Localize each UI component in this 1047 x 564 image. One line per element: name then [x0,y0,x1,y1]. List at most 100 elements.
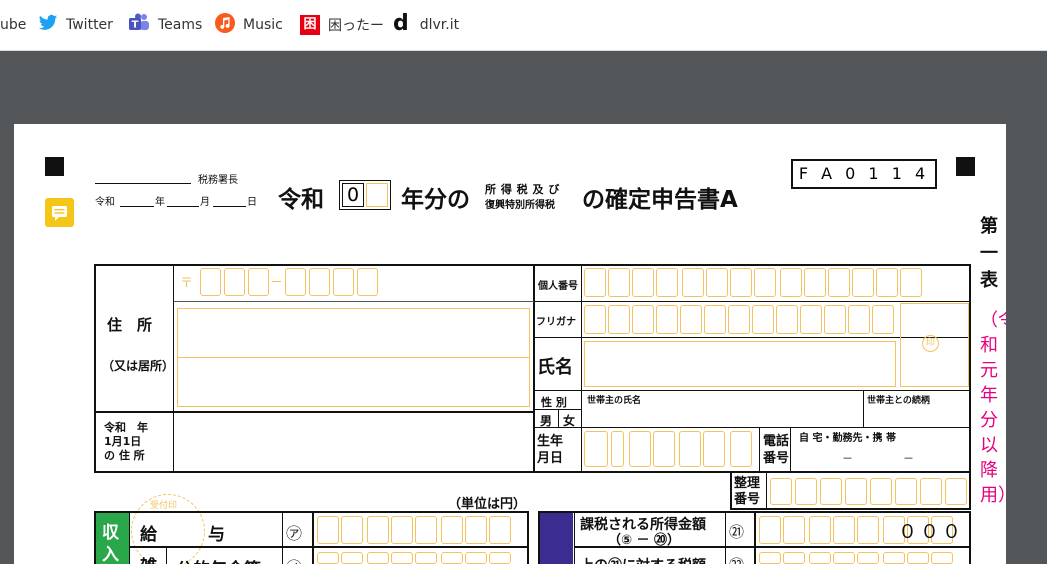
my-number-label: 個人番号 [538,281,578,292]
divider [282,513,283,564]
postal-code-box[interactable] [285,268,306,296]
bookmark-komatta[interactable]: 困 困ったー [300,0,384,50]
divider [129,513,130,564]
form-code: F A 0 1 1 4 [791,159,937,189]
divider [535,390,970,391]
pension-boxes[interactable] [317,552,527,564]
sex-female[interactable]: 女 [563,412,575,429]
my-number-boxes[interactable] [584,268,874,298]
date-line [167,206,199,207]
phone-type[interactable]: 自 宅・勤務先・携 帯 [799,429,896,444]
furigana-label: フリガナ [536,317,576,328]
sex-male[interactable]: 男 [540,412,552,429]
comment-icon[interactable] [45,198,74,227]
householder-name-label: 世帯主の氏名 [587,396,642,406]
divider [533,265,535,472]
date-year: 年 [155,197,165,208]
address-field-line [178,357,529,358]
title-year-digit-box [366,183,388,207]
divider [312,513,314,564]
divider [574,513,575,564]
name-label: 氏名 [537,357,573,378]
title-year-suffix: 年分の [401,187,470,213]
phone-dash: － [903,452,914,465]
date-month: 月 [200,197,210,208]
postal-code-box[interactable] [224,268,245,296]
bookmark-youtube[interactable]: ube [0,0,26,50]
date-prefix: 令和 [95,197,115,208]
tax-calc-section-header [540,513,573,564]
birth-label: 生年 月日 [537,434,564,466]
divider [754,513,756,564]
postal-mark: 〒 [180,276,194,291]
bookmark-label: Music [243,17,283,33]
jan1-address-label: 令和 年 1月1日 の 住 所 [104,421,148,462]
row-misc: 雑 [140,552,157,564]
bookmark-twitter[interactable]: Twitter [38,0,113,50]
tax-form-page: 税務署長 令和 年 月 日 令和 0 年分の 所 得 税 及 び 復興特別所得税… [14,124,1006,564]
bookmark-music[interactable]: Music [215,0,283,50]
tax-office-suffix: 税務署長 [198,175,238,186]
row-pension: 公的年金等 [176,555,261,564]
postal-code-box[interactable] [248,268,269,296]
teams-icon: T [128,13,150,37]
furigana-boxes[interactable] [584,305,904,335]
my-number-extra [876,268,968,298]
postal-code-box[interactable] [200,268,221,296]
bookmark-label: Teams [158,17,203,33]
phone-dash: － [842,452,853,465]
divider [95,411,534,413]
divider [725,513,726,564]
komatta-icon: 困 [300,15,320,35]
side-title: 第一表 [980,216,998,291]
divider [535,301,970,302]
registration-mark-right [956,157,975,176]
address-label: 住 所 [107,316,153,334]
birth-date-boxes[interactable] [584,431,760,469]
postal-dash [272,281,281,282]
bookmark-teams[interactable]: T Teams [128,0,202,50]
name-field[interactable] [584,341,896,387]
postal-code-box[interactable] [357,268,378,296]
title-small-bottom: 復興特別所得税 [485,200,555,211]
registration-mark-left [45,157,64,176]
bookmark-label: Twitter [66,17,113,33]
taxable-income-formula: （⑤ － ⑳） [608,533,681,548]
seiri-boxes[interactable] [770,478,968,506]
dlvr-icon: d [393,11,409,36]
tax-on-21-label: 上の㉑に対する税額 [580,555,706,564]
title-main: の確定申告書A [582,187,738,213]
title-year-box[interactable]: 0 [339,180,391,210]
row-salary: 給 与 [140,525,225,545]
pdf-viewer[interactable]: 税務署長 令和 年 月 日 令和 0 年分の 所 得 税 及 び 復興特別所得税… [0,51,1047,564]
side-subtitle: （令和元年分以降用） [980,310,1006,506]
taxable-income-suffix: ０００ [898,521,965,543]
tax-office-line [95,183,191,184]
date-line [120,206,154,207]
divider [535,427,970,428]
tax-on-21-boxes[interactable] [759,552,969,564]
salary-boxes[interactable] [317,516,527,544]
divider [790,427,791,472]
svg-text:T: T [132,20,139,31]
divider [581,265,582,472]
sex-label: 性 別 [541,396,567,409]
mark-21: ㉑ [729,523,745,541]
seal-mark: 印 [922,335,939,352]
income-section-label: 収入金 [102,523,119,564]
bookmark-label: ube [0,17,27,33]
householder-relation-label: 世帯主との続柄 [867,396,930,406]
address-label-sub: （又は居所） [102,359,175,373]
date-day: 日 [247,197,257,208]
postal-code-box[interactable] [333,268,354,296]
postal-code-box[interactable] [309,268,330,296]
seiri-label: 整理 番号 [734,476,761,507]
divider [130,546,528,548]
receipt-stamp-label: 受付印 [150,501,178,511]
twitter-icon [38,14,58,36]
title-small-top: 所 得 税 及 び [485,183,560,196]
divider [174,301,534,302]
bookmark-label: dlvr.it [419,17,460,33]
divider [766,472,767,509]
bookmark-dlvr[interactable]: d dlvr.it [393,0,459,50]
